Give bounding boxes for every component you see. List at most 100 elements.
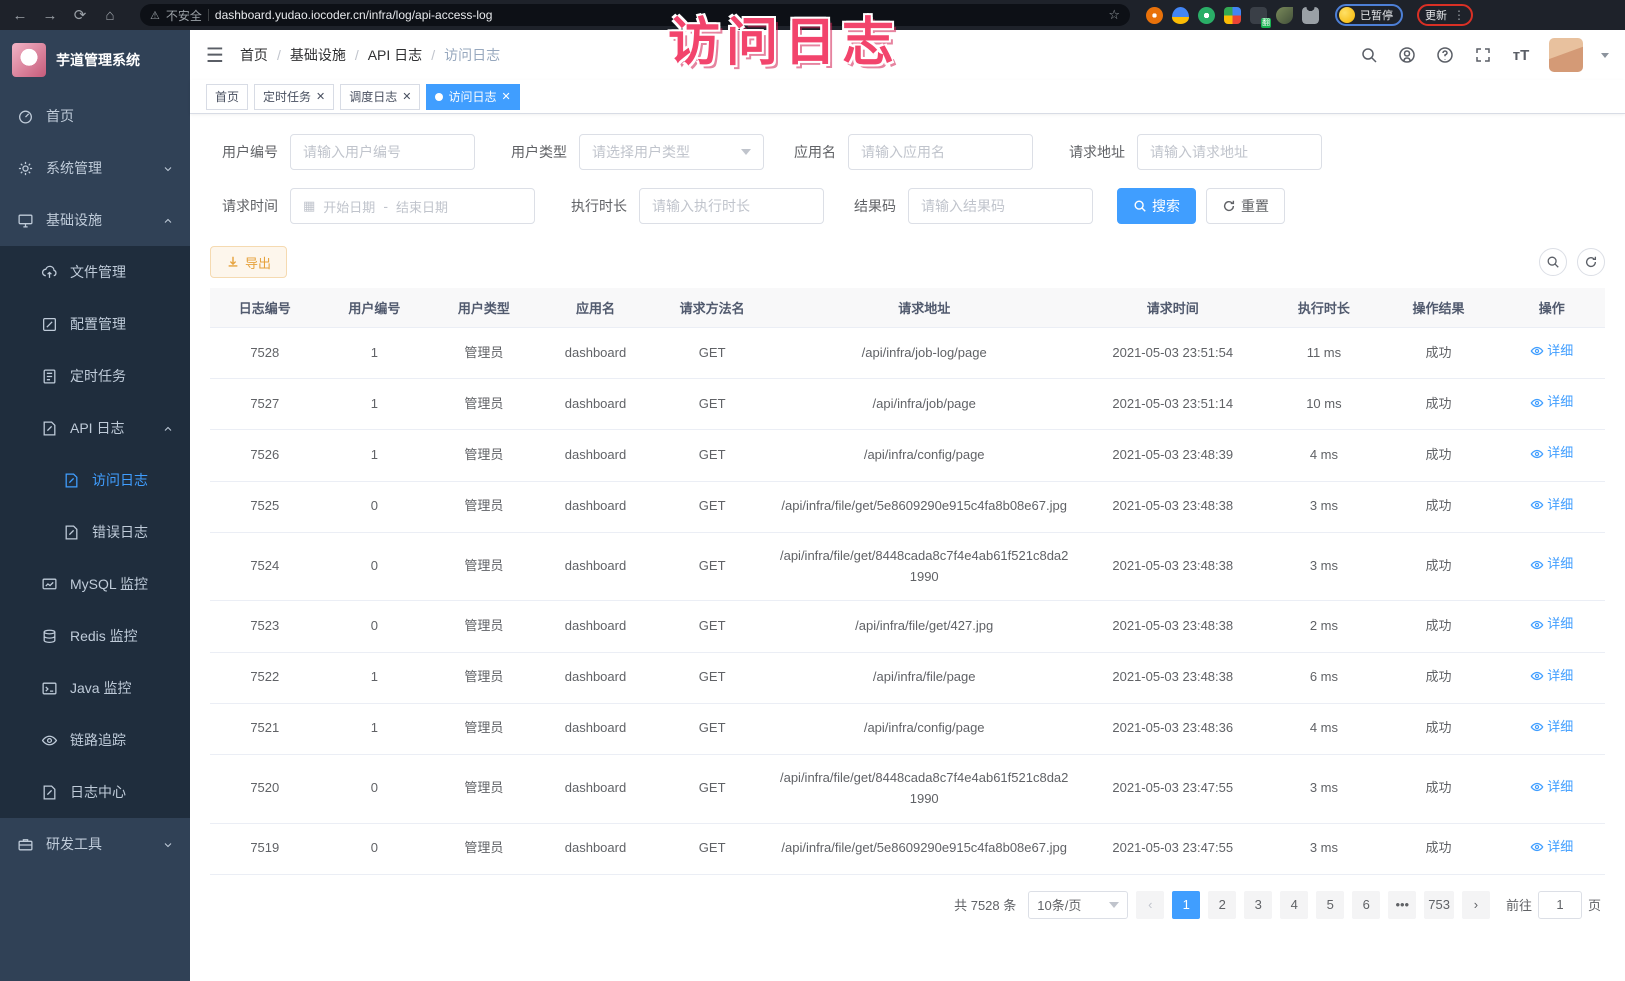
detail-link[interactable]: 详细 xyxy=(1530,341,1573,362)
extension-icon[interactable] xyxy=(1146,7,1163,24)
sidebar-item-cloud-upload[interactable]: 文件管理 xyxy=(0,246,190,298)
browser-update-button[interactable]: 更新 ⋮ xyxy=(1417,4,1473,26)
refresh-table-button[interactable] xyxy=(1577,248,1605,276)
close-icon[interactable]: ✕ xyxy=(502,90,511,103)
page-button-2[interactable]: 2 xyxy=(1208,891,1236,919)
page-button-4[interactable]: 4 xyxy=(1280,891,1308,919)
sidebar-item-java-monitor[interactable]: Java 监控 xyxy=(0,662,190,714)
cell-app: dashboard xyxy=(539,328,653,379)
breadcrumb-infra[interactable]: 基础设施 xyxy=(290,45,359,65)
request-url-input[interactable] xyxy=(1150,144,1309,160)
shield-extension-icon[interactable] xyxy=(1172,7,1189,24)
breadcrumb-home[interactable]: 首页 xyxy=(240,45,281,65)
cell-user-type: 管理员 xyxy=(429,328,539,379)
app-logo[interactable]: 芋道管理系统 xyxy=(0,30,190,90)
sidebar-item-access-log[interactable]: 访问日志 xyxy=(0,454,190,506)
sidebar-item-edit[interactable]: 配置管理 xyxy=(0,298,190,350)
cell-result: 成功 xyxy=(1379,379,1499,430)
user-type-select[interactable]: 请选择用户类型 xyxy=(579,134,764,170)
detail-link[interactable]: 详细 xyxy=(1530,392,1573,413)
sidebar-item-monitor[interactable]: 基础设施 xyxy=(0,194,190,246)
detail-link[interactable]: 详细 xyxy=(1530,666,1573,687)
search-icon[interactable] xyxy=(1359,45,1379,65)
fullscreen-icon[interactable] xyxy=(1473,45,1493,65)
prev-page-button[interactable]: ‹ xyxy=(1136,891,1164,919)
toggle-search-button[interactable] xyxy=(1539,248,1567,276)
sidebar-item-trace[interactable]: 链路追踪 xyxy=(0,714,190,766)
sidebar-item-label: Java 监控 xyxy=(70,678,174,698)
security-label[interactable]: 不安全 xyxy=(166,7,202,24)
wechat-devtools-extension-icon[interactable] xyxy=(1198,7,1215,24)
date-range-picker[interactable]: ▦ 开始日期 - 结束日期 xyxy=(290,188,535,224)
sidebar-item-gauge[interactable]: 首页 xyxy=(0,90,190,142)
chevron-down-icon xyxy=(1109,902,1119,908)
page-button-1[interactable]: 1 xyxy=(1172,891,1200,919)
detail-link[interactable]: 详细 xyxy=(1530,443,1573,464)
detail-link[interactable]: 详细 xyxy=(1530,837,1573,858)
tab-home[interactable]: 首页 xyxy=(206,84,248,110)
app-name-input[interactable] xyxy=(861,144,1020,160)
duration-input[interactable] xyxy=(652,198,811,214)
kebab-menu-icon[interactable]: ⋮ xyxy=(1453,8,1465,22)
goto-page-input[interactable] xyxy=(1538,891,1582,919)
breadcrumb-api-log[interactable]: API 日志 xyxy=(368,45,435,65)
sidebar-item-api-log[interactable]: API 日志 xyxy=(0,402,190,454)
page-button-5[interactable]: 5 xyxy=(1316,891,1344,919)
result-code-input[interactable] xyxy=(921,198,1080,214)
cell-url: /api/infra/file/page xyxy=(772,652,1076,703)
forward-icon[interactable]: → xyxy=(38,3,62,27)
sidebar-item-redis-monitor[interactable]: Redis 监控 xyxy=(0,610,190,662)
puzzle-extensions-icon[interactable] xyxy=(1302,7,1319,24)
cell-duration: 11 ms xyxy=(1269,328,1379,379)
bookmark-star-icon[interactable]: ☆ xyxy=(1108,7,1120,23)
page-size-select[interactable]: 10条/页 xyxy=(1028,891,1128,919)
leaf-extension-icon[interactable] xyxy=(1276,7,1293,24)
user-avatar[interactable] xyxy=(1549,38,1583,72)
url-text[interactable]: dashboard.yudao.iocoder.cn/infra/log/api… xyxy=(215,8,1102,22)
close-icon[interactable]: ✕ xyxy=(316,90,325,103)
user-id-input[interactable] xyxy=(303,144,462,160)
detail-link[interactable]: 详细 xyxy=(1530,614,1573,635)
sidebar-item-mysql-monitor[interactable]: MySQL 监控 xyxy=(0,558,190,610)
sidebar-item-dev-tools[interactable]: 研发工具 xyxy=(0,818,190,870)
page-button-6[interactable]: 6 xyxy=(1352,891,1380,919)
column-header: 操作 xyxy=(1498,288,1605,328)
detail-link[interactable]: 详细 xyxy=(1530,717,1573,738)
tab-job-log[interactable]: 调度日志 ✕ xyxy=(340,84,420,110)
export-button[interactable]: 导出 xyxy=(210,246,287,278)
help-icon[interactable] xyxy=(1435,45,1455,65)
detail-link[interactable]: 详细 xyxy=(1530,777,1573,798)
sidebar-item-schedule[interactable]: 定时任务 xyxy=(0,350,190,402)
sidebar-item-gear[interactable]: 系统管理 xyxy=(0,142,190,194)
avatar-caret-icon[interactable] xyxy=(1601,53,1609,58)
cell-url: /api/infra/file/get/8448cada8c7f4e4ab61f… xyxy=(772,754,1076,823)
reset-button[interactable]: 重置 xyxy=(1206,188,1285,224)
cell-method: GET xyxy=(652,328,772,379)
cell-app: dashboard xyxy=(539,823,653,874)
page-button-753[interactable]: 753 xyxy=(1424,891,1454,919)
sidebar-item-log-center[interactable]: 日志中心 xyxy=(0,766,190,818)
next-page-button[interactable]: › xyxy=(1462,891,1490,919)
back-icon[interactable]: ← xyxy=(8,3,32,27)
hamburger-icon[interactable]: ☰ xyxy=(206,43,224,68)
font-size-icon[interactable]: тT xyxy=(1511,45,1531,65)
detail-link[interactable]: 详细 xyxy=(1530,495,1573,516)
more-pages-button[interactable]: ••• xyxy=(1388,891,1416,919)
home-icon[interactable]: ⌂ xyxy=(98,3,122,27)
reload-icon[interactable]: ⟳ xyxy=(68,3,92,27)
colorful-extension-icon[interactable] xyxy=(1224,7,1241,24)
cell-actions: 详细 xyxy=(1498,379,1605,430)
tab-cron-job[interactable]: 定时任务 ✕ xyxy=(254,84,334,110)
cell-time: 2021-05-03 23:47:55 xyxy=(1076,754,1269,823)
address-bar[interactable]: ⚠ 不安全 dashboard.yudao.iocoder.cn/infra/l… xyxy=(140,4,1130,26)
github-icon[interactable] xyxy=(1397,45,1417,65)
sidebar-item-error-log[interactable]: 错误日志 xyxy=(0,506,190,558)
browser-profile-chip[interactable]: 已暂停 xyxy=(1335,4,1403,26)
detail-link[interactable]: 详细 xyxy=(1530,554,1573,575)
page-button-3[interactable]: 3 xyxy=(1244,891,1272,919)
tab-access-log[interactable]: 访问日志 ✕ xyxy=(426,84,519,110)
close-icon[interactable]: ✕ xyxy=(402,90,411,103)
translate-extension-icon[interactable]: 翻 xyxy=(1250,7,1267,24)
search-button[interactable]: 搜索 xyxy=(1117,188,1196,224)
cell-time: 2021-05-03 23:47:55 xyxy=(1076,823,1269,874)
